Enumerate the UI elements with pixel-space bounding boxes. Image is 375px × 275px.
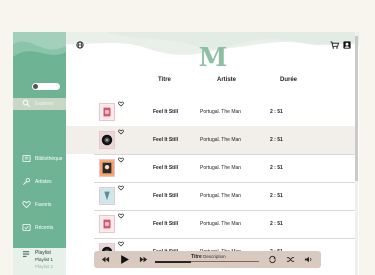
column-header-title[interactable]: Titre [158,77,171,83]
heart-icon[interactable] [118,241,124,247]
table-row[interactable]: Feel It Still Portugal. The Man 2 : 51 [66,98,355,126]
user-icon[interactable] [343,41,351,49]
main-content: M Titre Artiste Durée Feel It Still Port… [66,32,359,275]
now-playing-title: Titre [191,254,202,260]
track-duration: 2 : 51 [270,193,283,199]
heart-icon[interactable] [118,185,124,191]
volume-icon[interactable] [304,255,313,264]
app-logo: M [198,43,228,73]
sidebar-item-label: Récents [35,225,54,231]
sidebar: Explorer Bibliothèque Artistes Favoris R… [13,32,66,275]
search-input[interactable] [32,83,60,90]
library-icon [22,154,31,163]
progress-fill [155,260,192,263]
player-bar: Titre Description [94,251,321,268]
sidebar-item-recents[interactable]: Récents [13,222,66,234]
album-cover [99,159,115,177]
heart-icon[interactable] [118,101,124,107]
microphone-icon [23,177,31,185]
sidebar-item-label: Artistes [35,179,52,185]
shuffle-icon[interactable] [286,255,295,264]
globe-icon[interactable] [76,41,84,49]
heart-icon[interactable] [118,213,124,219]
heart-icon[interactable] [118,157,124,163]
now-playing: Titre Description [191,254,226,260]
album-cover [99,131,115,149]
search-toggle-icon [33,84,38,89]
search-icon [22,99,31,108]
progress-bar[interactable] [155,260,259,263]
sidebar-item-label: Favoris [35,202,52,208]
app-window: Explorer Bibliothèque Artistes Favoris R… [13,32,359,275]
table-row[interactable]: Feel It Still Portugal. The Man 2 : 51 [66,126,355,154]
track-duration: 2 : 51 [270,165,283,171]
sidebar-item-favorites[interactable]: Favoris [13,199,66,211]
track-title: Feel It Still [153,137,179,143]
column-header-artist[interactable]: Artiste [217,77,236,83]
heart-icon [22,201,31,209]
playlist-item[interactable]: Playlist 2 [35,264,53,269]
track-artist: Portugal. The Man [200,137,242,143]
album-cover [99,103,115,121]
column-header-duration[interactable]: Durée [280,77,297,83]
table-row[interactable]: Feel It Still Portugal. The Man 2 : 51 [66,210,355,238]
table-row[interactable]: Feel It Still Portugal. The Man 2 : 51 [66,182,355,210]
sidebar-item-explorer[interactable]: Explorer [13,98,66,110]
album-cover [99,215,115,233]
play-icon[interactable] [119,254,130,265]
heart-icon[interactable] [118,129,124,135]
sidebar-item-artists[interactable]: Artistes [13,176,66,188]
playlist-icon [22,251,30,257]
sidebar-item-label: Bibliothèque [35,156,63,162]
next-icon[interactable] [139,255,148,264]
recent-icon [22,223,31,232]
track-title: Feel It Still [153,165,179,171]
playlist-item[interactable]: Playlist 1 [35,257,53,262]
track-artist: Portugal. The Man [200,109,242,115]
track-artist: Portugal. The Man [200,193,242,199]
track-duration: 2 : 51 [270,221,283,227]
previous-icon[interactable] [101,255,110,264]
album-cover [99,187,115,205]
sidebar-item-library[interactable]: Bibliothèque [13,153,66,165]
track-title: Feel It Still [153,193,179,199]
playlist-heading: Playlist [35,250,51,256]
track-artist: Portugal. The Man [200,165,242,171]
scrollbar[interactable] [355,32,358,275]
track-title: Feel It Still [153,221,179,227]
track-duration: 2 : 51 [270,137,283,143]
sidebar-item-label: Explorer [35,101,54,107]
now-playing-description: Description [203,254,226,259]
track-artist: Portugal. The Man [200,221,242,227]
cart-icon[interactable] [330,41,339,49]
table-row[interactable]: Feel It Still Portugal. The Man 2 : 51 [66,154,355,182]
repeat-icon[interactable] [268,255,277,264]
playlist-panel: Playlist Playlist 1 Playlist 2 [13,248,66,275]
track-title: Feel It Still [153,109,179,115]
scrollbar-thumb[interactable] [355,36,358,181]
track-duration: 2 : 51 [270,109,283,115]
